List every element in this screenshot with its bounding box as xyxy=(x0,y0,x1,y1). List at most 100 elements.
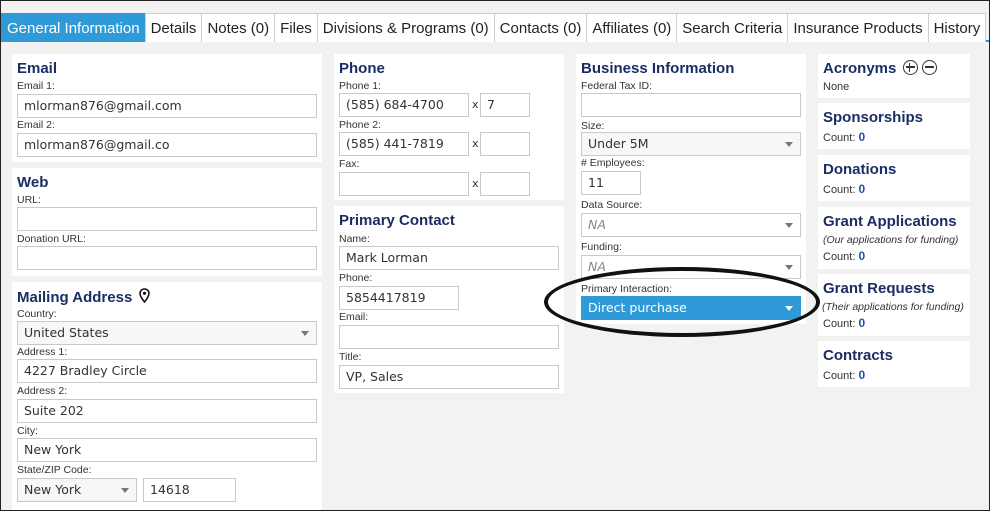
employees-input[interactable]: 11 xyxy=(581,171,641,195)
sponsorships-count-value[interactable]: 0 xyxy=(858,130,865,144)
tax-id-input[interactable] xyxy=(581,93,801,117)
business-title: Business Information xyxy=(581,60,735,77)
contact-email-input[interactable] xyxy=(339,325,559,349)
grant-requests-title[interactable]: Grant Requests xyxy=(823,280,935,297)
contracts-box: Contracts Count: 0 xyxy=(818,341,970,387)
donations-count-value[interactable]: 0 xyxy=(858,182,865,196)
web-panel: Web URL: Donation URL: xyxy=(12,168,322,276)
phone1-label: Phone 1: xyxy=(339,80,382,92)
address1-input[interactable]: 4227 Bradley Circle xyxy=(17,359,317,383)
state-select[interactable]: New York xyxy=(17,478,137,502)
contact-title-input[interactable]: VP, Sales xyxy=(339,365,559,389)
donation-url-input[interactable] xyxy=(17,246,317,270)
funding-select[interactable]: NA xyxy=(581,255,801,279)
sponsorships-title[interactable]: Sponsorships xyxy=(823,109,923,126)
phone-title: Phone xyxy=(339,60,385,77)
address1-label: Address 1: xyxy=(17,346,68,358)
url-input[interactable] xyxy=(17,207,317,231)
country-select[interactable]: United States xyxy=(17,321,317,345)
grant-applications-count: Count: 0 xyxy=(823,249,865,263)
phone2-ext-input[interactable] xyxy=(480,132,530,156)
state-zip-label: State/ZIP Code: xyxy=(17,464,92,476)
primary-contact-title: Primary Contact xyxy=(339,212,455,229)
grant-requests-count: Count: 0 xyxy=(823,316,865,330)
tab-divisions-programs[interactable]: Divisions & Programs (0) xyxy=(316,13,495,42)
tab-history[interactable]: History xyxy=(927,13,987,42)
acronyms-title-text: Acronyms xyxy=(823,60,897,77)
add-circle-icon[interactable] xyxy=(902,60,918,75)
fax-ext-input[interactable] xyxy=(480,172,530,196)
phone2-input[interactable]: (585) 441-7819 xyxy=(339,132,469,156)
email2-label: Email 2: xyxy=(17,119,55,131)
contact-email-label: Email: xyxy=(339,311,369,323)
funding-label: Funding: xyxy=(581,241,622,253)
email-panel: Email Email 1: mlorman876@gmail.com Emai… xyxy=(12,54,322,162)
tab-contacts[interactable]: Contacts (0) xyxy=(493,13,588,42)
grant-requests-box: Grant Requests (Their applications for f… xyxy=(818,274,970,336)
mailing-title: Mailing Address xyxy=(17,288,151,307)
sponsorships-count-label: Count: xyxy=(823,132,856,144)
contact-name-input[interactable]: Mark Lorman xyxy=(339,246,559,270)
country-label: Country: xyxy=(17,308,57,320)
web-title: Web xyxy=(17,174,49,191)
fax-ext-separator: x xyxy=(472,177,479,190)
employees-label: # Employees: xyxy=(581,157,645,169)
tab-strip: General Information Details Notes (0) Fi… xyxy=(0,13,990,42)
sponsorships-count: Count: 0 xyxy=(823,130,865,144)
donations-title[interactable]: Donations xyxy=(823,161,896,178)
tab-details[interactable]: Details xyxy=(144,13,203,42)
primary-interaction-select[interactable]: Direct purchase xyxy=(581,296,801,320)
primary-interaction-label: Primary Interaction: xyxy=(581,283,673,295)
tab-search-criteria[interactable]: Search Criteria xyxy=(676,13,789,42)
data-source-select[interactable]: NA xyxy=(581,213,801,237)
phone1-ext-separator: x xyxy=(472,98,479,111)
tab-affiliates[interactable]: Affiliates (0) xyxy=(586,13,678,42)
business-information-panel: Business Information Federal Tax ID: Siz… xyxy=(576,54,806,324)
contact-title-label: Title: xyxy=(339,351,362,363)
tab-general-information[interactable]: General Information xyxy=(1,13,146,42)
grant-applications-title[interactable]: Grant Applications xyxy=(823,213,957,230)
remove-circle-icon[interactable] xyxy=(921,60,937,75)
grant-applications-subtitle: (Our applications for funding) xyxy=(823,234,959,246)
primary-contact-panel: Primary Contact Name: Mark Lorman Phone:… xyxy=(334,206,564,393)
mailing-address-panel: Mailing Address Country: United States A… xyxy=(12,282,322,511)
mailing-title-text: Mailing Address xyxy=(17,289,133,306)
contact-name-label: Name: xyxy=(339,233,370,245)
contracts-title[interactable]: Contracts xyxy=(823,347,893,364)
city-label: City: xyxy=(17,425,38,437)
city-input[interactable]: New York xyxy=(17,438,317,462)
email1-label: Email 1: xyxy=(17,80,55,92)
phone-panel: Phone Phone 1: (585) 684-4700 x 7 Phone … xyxy=(334,54,564,200)
contracts-count-value[interactable]: 0 xyxy=(858,368,865,382)
address2-input[interactable]: Suite 202 xyxy=(17,399,317,423)
email-title: Email xyxy=(17,60,58,77)
zip-input[interactable]: 14618 xyxy=(143,478,236,502)
phone2-label: Phone 2: xyxy=(339,119,382,131)
acronyms-value: None xyxy=(823,81,850,93)
grant-applications-box: Grant Applications (Our applications for… xyxy=(818,207,970,269)
tab-notes[interactable]: Notes (0) xyxy=(201,13,276,42)
acronyms-title: Acronyms xyxy=(823,60,937,77)
donation-url-label: Donation URL: xyxy=(17,233,86,245)
contact-phone-input[interactable]: 5854417819 xyxy=(339,286,459,310)
phone1-input[interactable]: (585) 684-4700 xyxy=(339,93,469,117)
url-label: URL: xyxy=(17,194,41,206)
grant-requests-subtitle: (Their applications for funding) xyxy=(822,301,964,313)
address2-label: Address 2: xyxy=(17,385,68,397)
tab-insurance-products[interactable]: Insurance Products xyxy=(787,13,929,42)
email1-input[interactable]: mlorman876@gmail.com xyxy=(17,94,317,118)
contracts-count: Count: 0 xyxy=(823,368,865,382)
donations-count: Count: 0 xyxy=(823,182,865,196)
fax-input[interactable] xyxy=(339,172,469,196)
tab-files[interactable]: Files xyxy=(274,13,318,42)
grant-requests-count-value[interactable]: 0 xyxy=(858,316,865,330)
size-select[interactable]: Under 5M xyxy=(581,132,801,156)
email2-input[interactable]: mlorman876@gmail.co xyxy=(17,133,317,157)
grant-applications-count-value[interactable]: 0 xyxy=(858,249,865,263)
contracts-count-label: Count: xyxy=(823,370,856,382)
map-pin-icon[interactable] xyxy=(139,288,151,307)
grant-requests-count-label: Count: xyxy=(823,318,856,330)
grant-applications-count-label: Count: xyxy=(823,251,856,263)
phone1-ext-input[interactable]: 7 xyxy=(480,93,530,117)
phone2-ext-separator: x xyxy=(472,137,479,150)
